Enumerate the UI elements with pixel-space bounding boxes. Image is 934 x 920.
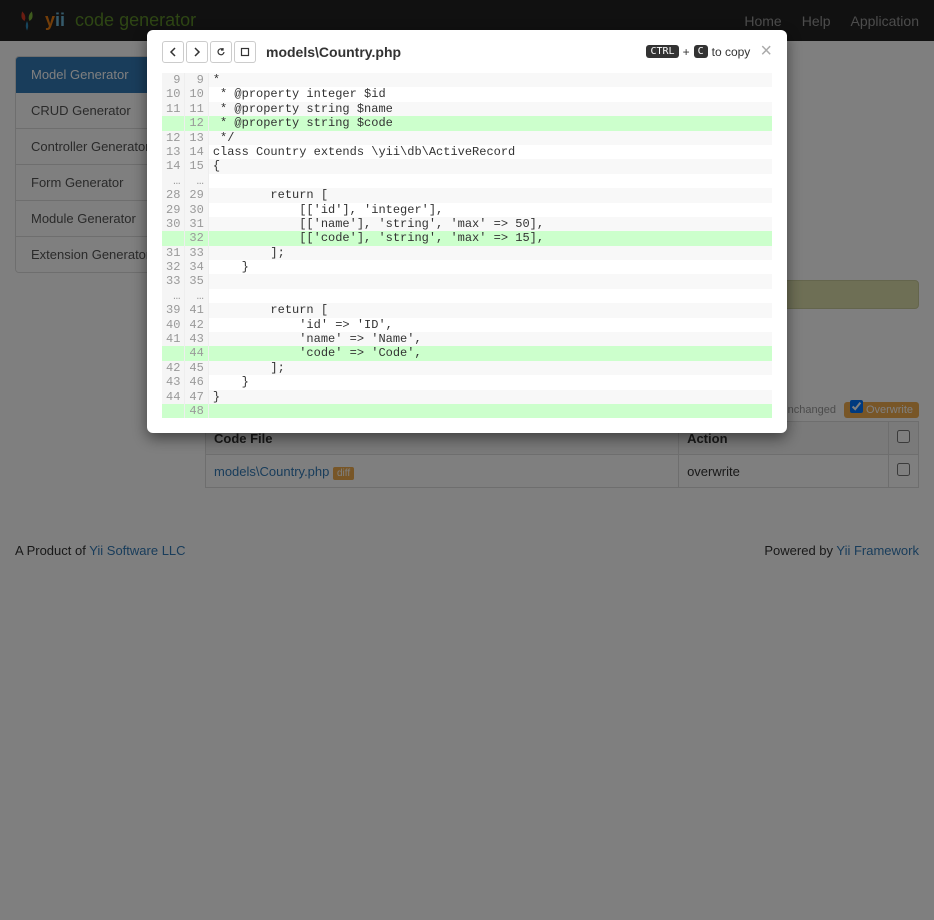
code-line: 99* (162, 73, 772, 87)
code-line: 48 (162, 404, 772, 418)
refresh-button[interactable] (210, 41, 232, 63)
modal-title: models\Country.php (266, 44, 636, 60)
prev-button[interactable] (162, 41, 184, 63)
code-line: 1010 * @property integer $id (162, 87, 772, 101)
code-line: 4245 ]; (162, 361, 772, 375)
code-line: 1213 */ (162, 131, 772, 145)
code-line: …… (162, 289, 772, 303)
expand-icon (240, 47, 250, 57)
fullscreen-button[interactable] (234, 41, 256, 63)
code-line: 1415{ (162, 159, 772, 173)
code-line: 4447} (162, 390, 772, 404)
code-line: 3031 [['name'], 'string', 'max' => 50], (162, 217, 772, 231)
code-line: 1111 * @property string $name (162, 102, 772, 116)
code-line: 4143 'name' => 'Name', (162, 332, 772, 346)
code-line: 4346 } (162, 375, 772, 389)
code-line: 3133 ]; (162, 246, 772, 260)
code-line: 1314class Country extends \yii\db\Active… (162, 145, 772, 159)
code-line: …… (162, 174, 772, 188)
next-button[interactable] (186, 41, 208, 63)
code-line: 3941 return [ (162, 303, 772, 317)
code-line: 32 [['code'], 'string', 'max' => 15], (162, 231, 772, 245)
code-line: 3335 (162, 274, 772, 288)
code-line: 12 * @property string $code (162, 116, 772, 130)
code-line: 44 'code' => 'Code', (162, 346, 772, 360)
code-line: 3234 } (162, 260, 772, 274)
diff-code: 99*1010 * @property integer $id1111 * @p… (162, 73, 772, 418)
arrow-left-icon (168, 47, 178, 57)
arrow-right-icon (192, 47, 202, 57)
copy-hint: CTRL+C to copy (646, 45, 750, 59)
code-line: 2829 return [ (162, 188, 772, 202)
diff-modal: models\Country.php CTRL+C to copy × 99*1… (147, 30, 787, 433)
refresh-icon (216, 47, 226, 57)
code-line: 4042 'id' => 'ID', (162, 318, 772, 332)
code-line: 2930 [['id'], 'integer'], (162, 203, 772, 217)
close-button[interactable]: × (760, 40, 772, 63)
